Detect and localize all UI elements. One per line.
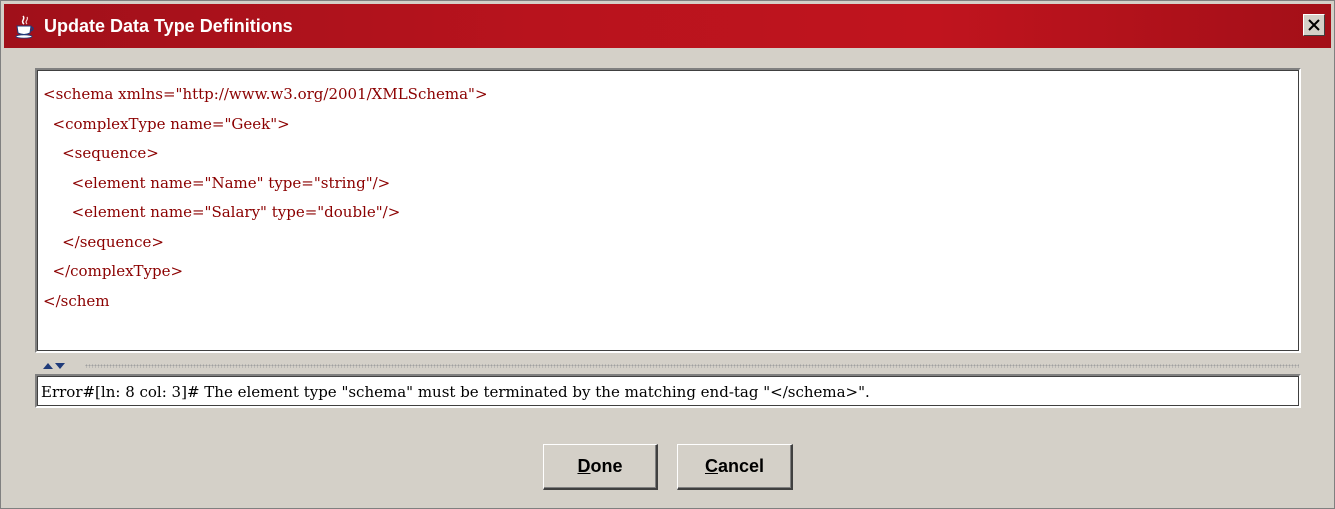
code-line: <schema xmlns="http://www.w3.org/2001/XM…	[43, 85, 488, 103]
divider-grip[interactable]	[85, 364, 1299, 368]
java-coffee-cup-icon	[15, 15, 34, 39]
schema-editor[interactable]: <schema xmlns="http://www.w3.org/2001/XM…	[35, 68, 1301, 353]
schema-code: <schema xmlns="http://www.w3.org/2001/XM…	[43, 80, 488, 316]
split-pane-divider[interactable]	[35, 361, 1301, 371]
arrow-up-icon[interactable]	[43, 363, 53, 369]
code-line: <element name="Name" type="string"/>	[43, 173, 391, 192]
code-line: </complexType>	[43, 262, 184, 280]
done-button[interactable]: Done	[543, 444, 658, 490]
error-message-field[interactable]: Error#[ln: 8 col: 3]# The element type "…	[35, 374, 1301, 408]
window-title: Update Data Type Definitions	[44, 16, 293, 36]
cancel-button[interactable]: Cancel	[677, 444, 793, 490]
close-icon	[1308, 19, 1320, 31]
cancel-label: Cancel	[704, 456, 765, 476]
close-button[interactable]	[1303, 14, 1325, 36]
title-bar[interactable]: Update Data Type Definitions	[4, 4, 1331, 48]
arrow-down-icon[interactable]	[55, 363, 65, 369]
error-message: Error#[ln: 8 col: 3]# The element type "…	[41, 383, 870, 401]
code-line: <sequence>	[43, 144, 159, 162]
code-line: <complexType name="Geek">	[43, 114, 290, 133]
done-label: Done	[577, 456, 623, 476]
code-line: </schem	[43, 291, 110, 310]
code-line: <element name="Salary" type="double"/>	[43, 203, 401, 221]
dialog-window: Update Data Type Definitions <schema xml…	[0, 0, 1335, 509]
code-line: </sequence>	[43, 232, 164, 251]
